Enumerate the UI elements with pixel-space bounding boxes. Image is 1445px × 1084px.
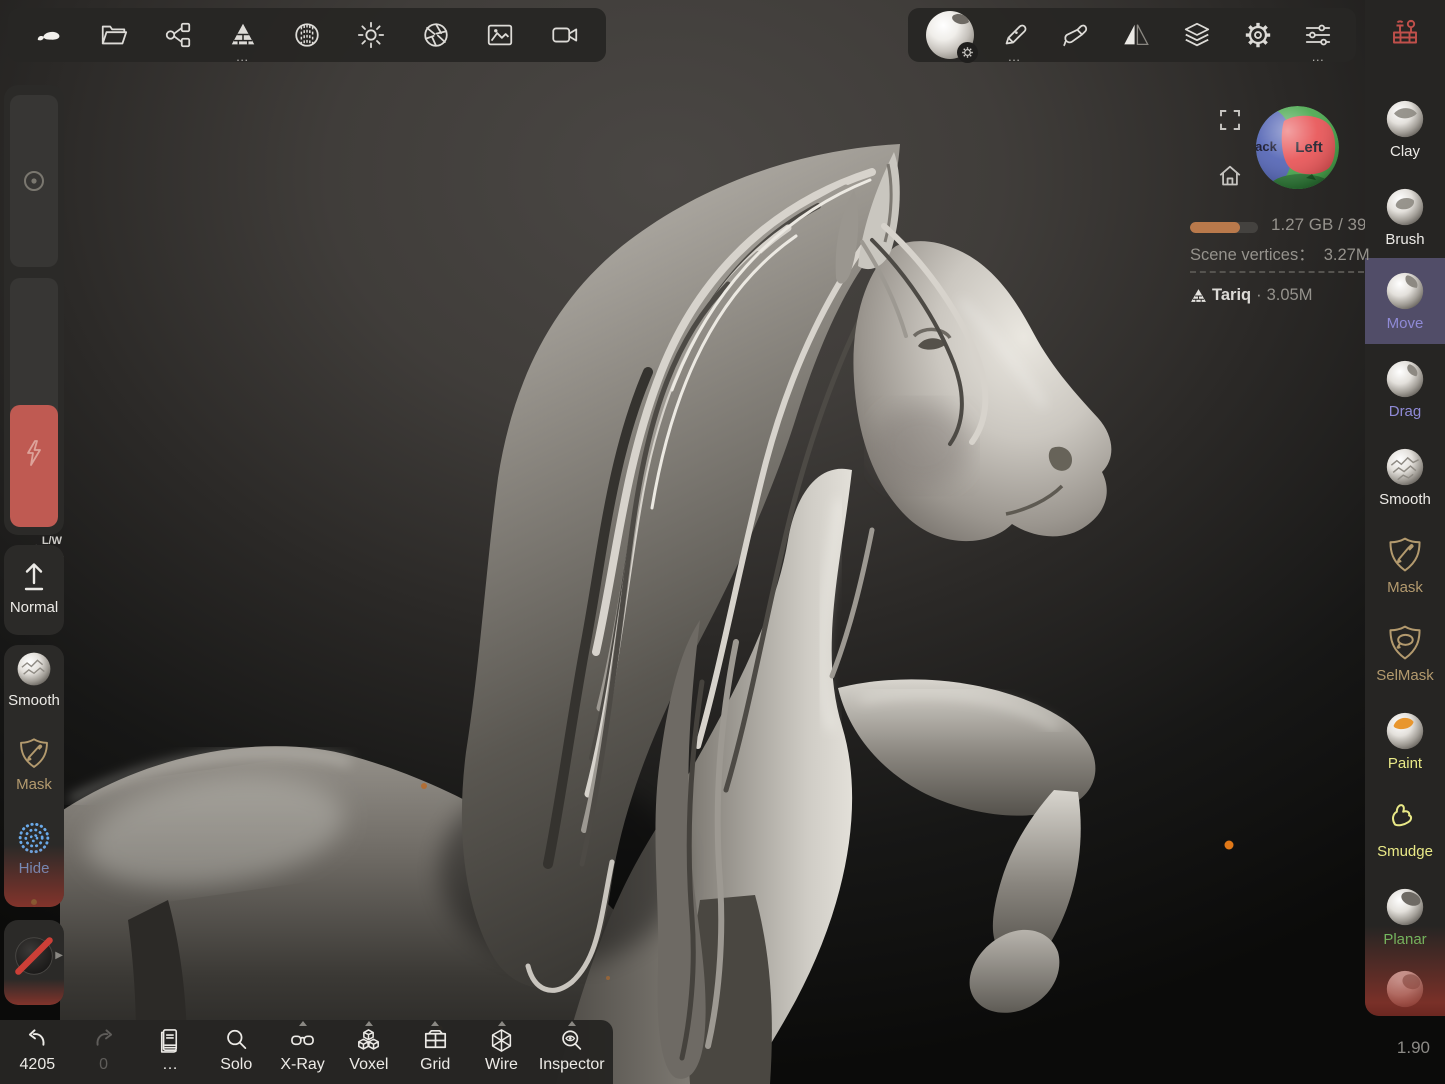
material-off-panel[interactable]: ▶ bbox=[4, 920, 64, 1005]
bottom-toolbar: 4205 0 … Solo X-Ray Voxel Grid bbox=[0, 1020, 613, 1084]
scene-vertices-label: Scene vertices： bbox=[1190, 246, 1315, 264]
lighting-sun-icon[interactable] bbox=[348, 12, 394, 58]
more-indicator: … bbox=[220, 53, 266, 61]
memory-usage-fill bbox=[1190, 222, 1240, 233]
undo-button[interactable]: 4205 bbox=[8, 1020, 66, 1084]
top-right-toolbar: … … bbox=[908, 8, 1356, 62]
caret-up-icon bbox=[431, 1021, 439, 1026]
normal-arrow-icon bbox=[19, 559, 49, 593]
stroke-marker-dot bbox=[1225, 841, 1234, 850]
object-name: Tariq bbox=[1212, 286, 1251, 305]
smudge-finger-icon bbox=[1385, 799, 1425, 839]
tool-item-planar[interactable]: Planar bbox=[1365, 874, 1445, 960]
chevron-right-icon: ▶ bbox=[55, 950, 63, 961]
brush-settings-panel: L/W ▶ Sym bbox=[4, 85, 64, 535]
tool-item-clay[interactable]: Clay bbox=[1365, 86, 1445, 172]
pencil-tool-icon[interactable]: … bbox=[992, 12, 1038, 58]
paint-sphere-icon bbox=[1385, 711, 1425, 751]
radius-slider[interactable] bbox=[10, 95, 58, 267]
material-ball-button[interactable] bbox=[923, 12, 977, 58]
redo-button[interactable]: 0 bbox=[75, 1020, 133, 1084]
intensity-bolt-icon bbox=[10, 438, 58, 468]
tool-item-move[interactable]: Move bbox=[1365, 258, 1445, 344]
object-vertex-count: 3.05M bbox=[1267, 286, 1313, 305]
xray-button[interactable]: X-Ray bbox=[274, 1020, 332, 1084]
top-left-toolbar: … bbox=[8, 8, 606, 62]
caret-up-icon bbox=[498, 1021, 506, 1026]
scene-vertices-value: 3.27M bbox=[1324, 246, 1370, 264]
stroke-mode-label: Normal bbox=[4, 599, 64, 616]
navigation-ball[interactable]: Left ack bbox=[1254, 104, 1341, 191]
mesh-pyramid-icon bbox=[1190, 288, 1207, 303]
tool-item-next-partial[interactable] bbox=[1365, 962, 1445, 1016]
tool-item-smudge[interactable]: Smudge bbox=[1365, 786, 1445, 872]
solo-button[interactable]: Solo bbox=[207, 1020, 265, 1084]
caret-up-icon bbox=[568, 1021, 576, 1026]
object-row[interactable]: Tariq · 3.05M bbox=[1190, 286, 1312, 305]
tool-item-paint[interactable]: Paint bbox=[1365, 698, 1445, 784]
object-separator: · bbox=[1256, 286, 1262, 305]
files-folder-icon[interactable] bbox=[91, 12, 137, 58]
stats-divider bbox=[1190, 271, 1364, 273]
intensity-slider[interactable] bbox=[10, 278, 58, 527]
tool-item-brush[interactable]: Brush bbox=[1365, 174, 1445, 260]
material-hatch-sphere-icon[interactable] bbox=[284, 12, 330, 58]
radius-icon bbox=[21, 168, 47, 194]
material-gear-badge bbox=[957, 42, 978, 63]
fullscreen-icon[interactable] bbox=[1216, 106, 1244, 134]
mask-shield-icon bbox=[1385, 535, 1425, 575]
hide-dotted-icon bbox=[15, 819, 53, 857]
nomad-sculpt-app: 1.90 … bbox=[0, 0, 1445, 1084]
planar-sphere-icon bbox=[1385, 887, 1425, 927]
background-image-icon[interactable] bbox=[477, 12, 523, 58]
panel-scroll-fade bbox=[4, 979, 64, 1005]
gizmo-icon-partial[interactable] bbox=[15, 890, 53, 907]
camera-video-icon[interactable] bbox=[542, 12, 588, 58]
paintbrush-icon[interactable] bbox=[1052, 12, 1098, 58]
move-sphere-icon bbox=[1385, 271, 1425, 311]
memory-usage-bar bbox=[1190, 222, 1258, 233]
grid-button[interactable]: Grid bbox=[406, 1020, 464, 1084]
zoom-scale-indicator: 1.90 bbox=[1372, 1038, 1430, 1058]
postprocess-aperture-icon[interactable] bbox=[413, 12, 459, 58]
selmask-shield-icon bbox=[1385, 623, 1425, 663]
voxel-button[interactable]: Voxel bbox=[340, 1020, 398, 1084]
scene-graph-icon[interactable] bbox=[155, 12, 201, 58]
topology-pyramid-icon[interactable]: … bbox=[220, 12, 266, 58]
undo-count: 4205 bbox=[20, 1057, 56, 1073]
clay-sphere-icon bbox=[1385, 99, 1425, 139]
caret-up-icon bbox=[365, 1021, 373, 1026]
stroke-mode-panel[interactable]: Normal bbox=[4, 545, 64, 635]
history-button[interactable]: … bbox=[141, 1020, 199, 1084]
inspector-button[interactable]: Inspector bbox=[539, 1020, 605, 1084]
symmetry-mirror-icon[interactable] bbox=[1113, 12, 1159, 58]
scene-vertices: Scene vertices： 3.27M bbox=[1190, 241, 1370, 265]
quick-tools-panel: Smooth Mask Hide bbox=[4, 645, 64, 907]
home-view-icon[interactable] bbox=[1216, 162, 1244, 190]
smooth-sphere-icon bbox=[15, 650, 53, 688]
smooth-sphere-icon bbox=[1385, 447, 1425, 487]
memory-usage-text: 1.27 GB / 391 MB bbox=[1271, 215, 1365, 239]
more-indicator: … bbox=[992, 53, 1038, 61]
nomad-logo-icon[interactable] bbox=[26, 12, 72, 58]
layers-icon[interactable] bbox=[1174, 12, 1220, 58]
drag-sphere-icon bbox=[1385, 359, 1425, 399]
settings-gear-icon[interactable] bbox=[1235, 12, 1281, 58]
caret-up-icon bbox=[299, 1021, 307, 1026]
sliders-icon[interactable]: … bbox=[1295, 12, 1341, 58]
more-indicator: … bbox=[1295, 53, 1341, 61]
brush-sphere-icon bbox=[1385, 187, 1425, 227]
tool-item-drag[interactable]: Drag bbox=[1365, 346, 1445, 432]
toolbox-icon[interactable] bbox=[1383, 10, 1427, 54]
tool-item-mask[interactable]: Mask bbox=[1365, 522, 1445, 608]
tool-item-selmask[interactable]: SelMask bbox=[1365, 610, 1445, 696]
history-more: … bbox=[162, 1057, 178, 1073]
disabled-sphere-icon bbox=[12, 934, 56, 978]
material-ball-icon bbox=[926, 11, 974, 59]
mask-shield-icon bbox=[15, 735, 53, 773]
tool-item-smooth[interactable]: Smooth bbox=[1365, 434, 1445, 520]
redo-count: 0 bbox=[99, 1057, 108, 1073]
partial-sphere-icon bbox=[1385, 969, 1425, 1009]
wire-button[interactable]: Wire bbox=[473, 1020, 531, 1084]
